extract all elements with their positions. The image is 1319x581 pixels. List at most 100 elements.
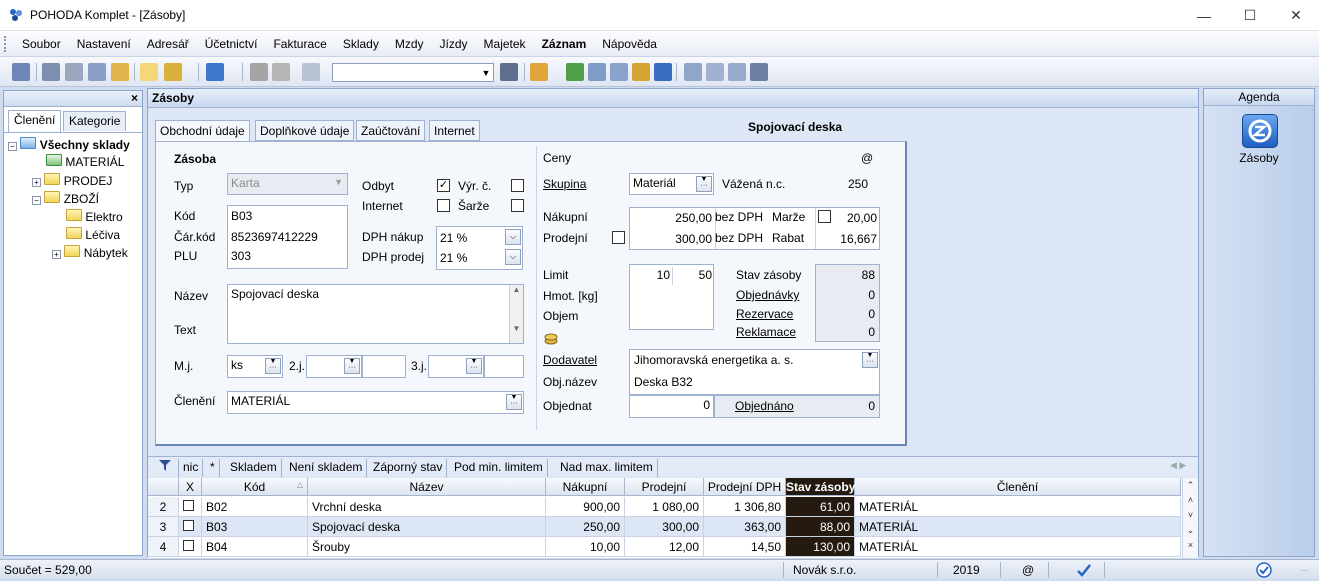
report-icon[interactable]: [88, 63, 106, 81]
filter-zaporny-stav[interactable]: Záporný stav: [369, 459, 448, 477]
filter-icon[interactable]: [500, 63, 518, 81]
menu-nastaveni[interactable]: Nastavení: [69, 37, 139, 51]
action-icon[interactable]: [530, 63, 548, 81]
edit-record-icon[interactable]: [164, 63, 182, 81]
plu-field[interactable]: 303: [231, 249, 251, 263]
grid-header-cleneni[interactable]: Členění: [855, 478, 1181, 496]
vyr-c-checkbox[interactable]: [511, 179, 524, 192]
chevron-down-icon[interactable]: ▼ ···: [466, 358, 482, 374]
tab-cleneni[interactable]: Členění: [8, 110, 62, 132]
cancel-save-icon[interactable]: [272, 63, 290, 81]
tree-item-material[interactable]: MATERIÁL: [46, 154, 124, 169]
grid-scrollbar[interactable]: ⌃ ˄ ˅ ⌄ ×: [1182, 478, 1198, 558]
carkod-field[interactable]: 8523697412229: [231, 230, 318, 244]
dph-prodej-select[interactable]: 21 %: [440, 251, 467, 265]
internet-checkbox[interactable]: [437, 199, 450, 212]
filter-neni-skladem[interactable]: Není skladem: [285, 459, 368, 477]
nazev-textarea[interactable]: Spojovací deska ▲ ▼: [227, 284, 524, 344]
tree-root[interactable]: − Všechny sklady: [8, 137, 130, 152]
calendar-icon[interactable]: [588, 63, 606, 81]
new-record-icon[interactable]: [140, 63, 158, 81]
menu-grip[interactable]: [4, 36, 7, 52]
grid-header-nazev[interactable]: Název: [308, 478, 546, 496]
filter-nad-max-limitem[interactable]: Nad max. limitem: [556, 459, 658, 477]
j3-ratio-field[interactable]: [484, 355, 524, 378]
menu-fakturace[interactable]: Fakturace: [265, 37, 334, 51]
sign-icon[interactable]: [1076, 563, 1092, 577]
chevron-down-icon[interactable]: ⌵: [505, 249, 521, 265]
tree-item-leciva[interactable]: Léčiva: [66, 227, 120, 242]
filter-all[interactable]: *: [206, 459, 220, 477]
tab-zauctovani[interactable]: Zaúčtování: [356, 120, 426, 141]
online-check-icon[interactable]: [1256, 562, 1272, 578]
expand-icon[interactable]: +: [52, 250, 61, 259]
filter-icon[interactable]: [151, 459, 179, 477]
menu-jizdy[interactable]: Jízdy: [432, 37, 476, 51]
row-checkbox[interactable]: [183, 520, 194, 531]
nakupni-field[interactable]: 250,00: [630, 211, 712, 225]
grid-header-stav[interactable]: Stav zásoby: [786, 478, 855, 496]
odbyt-checkbox[interactable]: ✓: [437, 179, 450, 192]
rezervace-link[interactable]: Rezervace: [736, 307, 793, 321]
menu-zaznam[interactable]: Záznam: [534, 37, 595, 51]
cleneni-field[interactable]: MATERIÁL ▼ ···: [227, 391, 524, 414]
menu-sklady[interactable]: Sklady: [335, 37, 387, 51]
row-checkbox[interactable]: [183, 500, 194, 511]
quick-search-combo[interactable]: ▼: [332, 63, 494, 82]
tab-doplnkove-udaje[interactable]: Doplňkové údaje: [255, 120, 355, 141]
iban-icon[interactable]: [654, 63, 672, 81]
tree-item-zbozi[interactable]: − ZBOŽÍ: [32, 191, 99, 206]
chevron-down-icon[interactable]: ▼ ···: [344, 358, 360, 374]
prodejni-checkbox[interactable]: [612, 231, 625, 244]
grid-header-prodejni-dph[interactable]: Prodejní DPH: [704, 478, 786, 496]
tree-item-nabytek[interactable]: + Nábytek: [52, 245, 128, 260]
dph-nakup-select[interactable]: 21 %: [440, 231, 467, 245]
prodejni-field[interactable]: 300,00: [630, 232, 712, 246]
typ-select[interactable]: Karta ▼: [227, 173, 348, 195]
menu-mzdy[interactable]: Mzdy: [387, 37, 432, 51]
grid-header-nakupni[interactable]: Nákupní: [546, 478, 625, 496]
limit-min-field[interactable]: 10: [630, 268, 670, 282]
tab-obchodni-udaje[interactable]: Obchodní údaje: [155, 120, 250, 142]
objednavky-link[interactable]: Objednávky: [736, 288, 799, 302]
scroll-tabs-icon[interactable]: ◀ ▶: [1170, 460, 1186, 471]
collapse-icon[interactable]: −: [32, 196, 41, 205]
tree-item-elektro[interactable]: Elektro: [66, 209, 123, 224]
table-row[interactable]: 2 B02 Vrchní deska 900,00 1 080,00 1 306…: [148, 497, 1181, 517]
dodavatel-link[interactable]: Dodavatel: [543, 353, 597, 367]
filter-skladem[interactable]: Skladem: [226, 459, 282, 477]
chevron-down-icon[interactable]: ▼: [479, 64, 493, 81]
filter-nic[interactable]: nic: [179, 459, 204, 477]
help-icon[interactable]: [750, 63, 768, 81]
coins-icon[interactable]: [632, 63, 650, 81]
chevron-down-icon[interactable]: ▼ ···: [696, 176, 712, 192]
menu-soubor[interactable]: Soubor: [14, 37, 69, 51]
mj-field[interactable]: ks ▼ ···: [227, 355, 283, 378]
menu-majetek[interactable]: Majetek: [476, 37, 534, 51]
list-icon[interactable]: [706, 63, 724, 81]
menu-napoveda[interactable]: Nápověda: [594, 37, 665, 51]
objnazev-field[interactable]: Deska B32: [634, 375, 693, 389]
j2-ratio-field[interactable]: [362, 355, 406, 378]
close-icon[interactable]: ×: [131, 91, 138, 105]
zasoby-agenda-icon[interactable]: [1242, 114, 1278, 148]
table-row[interactable]: 4 B04 Šrouby 10,00 12,00 14,50 130,00 MA…: [148, 537, 1181, 557]
grid-header-kod[interactable]: Kód △: [202, 478, 308, 496]
menu-ucetnictvi[interactable]: Účetnictví: [197, 37, 266, 51]
back-arrow-icon[interactable]: [206, 63, 224, 81]
filter-pod-min-limitem[interactable]: Pod min. limitem: [450, 459, 548, 477]
copy-icon[interactable]: [302, 63, 320, 81]
grid-header-prodejni[interactable]: Prodejní: [625, 478, 704, 496]
document-icon[interactable]: [728, 63, 746, 81]
skupina-field[interactable]: Materiál ▼ ···: [629, 173, 714, 195]
tree-item-prodej[interactable]: + PRODEJ: [32, 173, 112, 188]
collapse-icon[interactable]: −: [8, 142, 17, 151]
tab-kategorie[interactable]: Kategorie: [63, 111, 127, 131]
save-icon[interactable]: [250, 63, 268, 81]
resize-grip-icon[interactable]: ⋯: [1300, 566, 1312, 578]
objednano-link[interactable]: Objednáno: [735, 399, 794, 413]
chevron-down-icon[interactable]: ▼ ···: [862, 352, 878, 368]
grid-header-x[interactable]: X: [179, 478, 202, 496]
maximize-button[interactable]: ☐: [1227, 0, 1273, 31]
minimize-button[interactable]: —: [1181, 0, 1227, 31]
